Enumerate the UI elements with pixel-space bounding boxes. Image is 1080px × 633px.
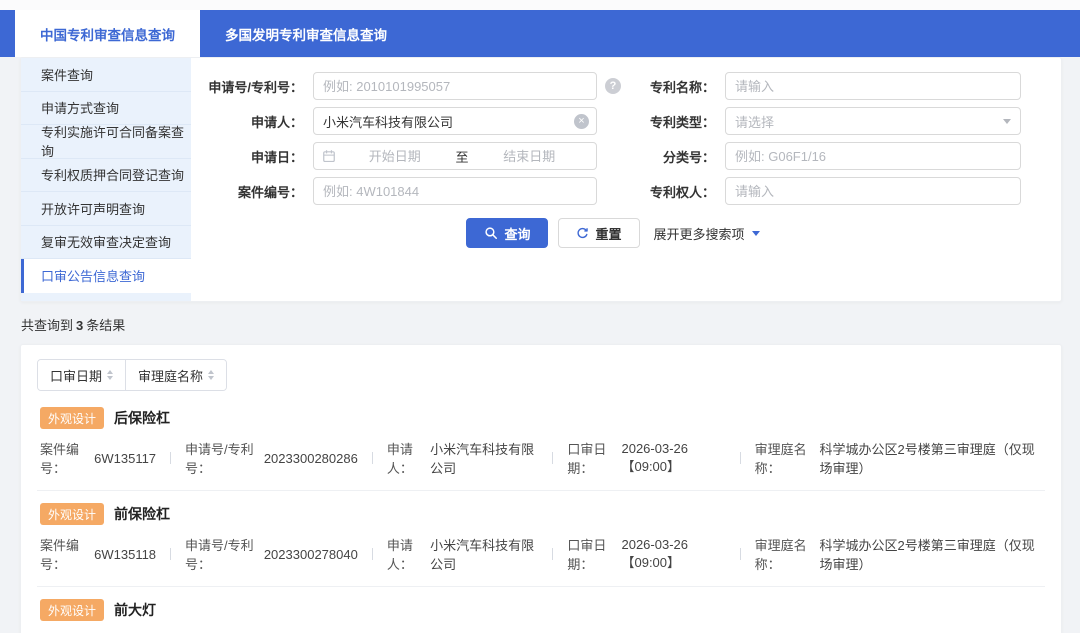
patent-type-label: 专利类型： (649, 114, 715, 130)
application-number-label: 申请号/专利号： (208, 79, 303, 95)
result-title[interactable]: 前大灯 (114, 600, 156, 620)
start-date-input[interactable] (336, 148, 454, 164)
app-no-label: 申请号/专利号： (185, 538, 254, 572)
patent-name-label: 专利名称： (649, 79, 715, 95)
result-title[interactable]: 前保险杠 (114, 504, 170, 524)
patentee-label: 专利权人： (649, 184, 715, 200)
date-range-separator: 至 (455, 149, 469, 165)
case-no-value: 6W135117 (94, 450, 157, 466)
case-number-label: 案件编号： (237, 184, 303, 200)
patent-name-input[interactable] (725, 72, 1021, 100)
sidebar-item-pledge-registration-query[interactable]: 专利权质押合同登记查询 (21, 159, 191, 192)
patent-type-badge: 外观设计 (40, 599, 105, 621)
oral-date-value: 2026-03-26【09:00】 (621, 537, 688, 570)
expand-more-link[interactable]: 展开更多搜索项 (654, 224, 760, 243)
main-content: 案件查询 申请方式查询 专利实施许可合同备案查询 专利权质押合同登记查询 开放许… (0, 57, 1080, 633)
oral-date-label: 口审日期： (567, 538, 607, 572)
refresh-icon (577, 227, 589, 238)
applicant-input[interactable] (313, 107, 597, 135)
search-icon (485, 227, 498, 239)
search-panel: 案件查询 申请方式查询 专利实施许可合同备案查询 专利权质押合同登记查询 开放许… (20, 57, 1062, 302)
tab-bar: 中国专利审查信息查询 多国发明专利审查信息查询 (0, 10, 1080, 57)
divider (371, 452, 373, 464)
sidebar-item-license-record-query[interactable]: 专利实施许可合同备案查询 (21, 125, 191, 159)
form-buttons: 查询 重置 展开更多搜索项 (191, 218, 1035, 248)
sidebar-item-case-query[interactable]: 案件查询 (21, 58, 191, 92)
court-label: 审理庭名称： (754, 442, 807, 476)
classification-number-label: 分类号： (662, 149, 715, 165)
divider (371, 548, 373, 560)
result-title[interactable]: 后保险杠 (114, 408, 170, 428)
sidebar-item-open-license-query[interactable]: 开放许可声明查询 (21, 192, 191, 226)
case-number-input[interactable] (313, 177, 597, 205)
case-no-value: 6W135118 (94, 546, 157, 562)
applicant-label: 申请人： (250, 114, 303, 130)
app-no-value: 2023300278040 (263, 546, 358, 562)
result-row: 外观设计 前大灯 案件编号：6W135142 申请号/专利号：202330027… (37, 587, 1045, 633)
applicant-label: 申请人： (386, 442, 413, 476)
form-left-column: 申请号/专利号： ? 申请人： × 申请日： (191, 72, 633, 212)
end-date-input[interactable] (470, 148, 589, 164)
divider (739, 548, 741, 560)
result-row: 外观设计 前保险杠 案件编号： 6W135118 申请号/专利号： 20233002… (37, 491, 1045, 587)
sort-icon (107, 370, 114, 380)
case-no-label: 案件编号： (40, 442, 80, 476)
sidebar-item-reexam-invalid-query[interactable]: 复审无效审查决定查询 (21, 226, 191, 259)
reset-button[interactable]: 重置 (558, 218, 640, 248)
app-no-value: 2023300280286 (263, 450, 358, 466)
court-label: 审理庭名称： (754, 538, 807, 572)
oral-date-label: 口审日期： (567, 442, 607, 476)
application-date-range[interactable]: 至 (313, 142, 597, 170)
sort-court-name-button[interactable]: 审理庭名称 (125, 360, 227, 390)
classification-number-input[interactable] (725, 142, 1021, 170)
chevron-down-icon (1003, 118, 1011, 124)
sort-oral-hearing-date-button[interactable]: 口审日期 (38, 360, 126, 390)
tab-china-patent-query[interactable]: 中国专利审查信息查询 (15, 10, 200, 57)
applicant-value: 小米汽车科技有限公司 (430, 442, 535, 476)
divider (170, 452, 172, 464)
applicant-value: 小米汽车科技有限公司 (430, 538, 535, 572)
sort-group: 口审日期 审理庭名称 (37, 359, 228, 391)
top-strip (0, 0, 1080, 10)
patent-type-value: 请选择 (735, 114, 775, 130)
patent-type-badge: 外观设计 (40, 407, 105, 429)
court-value: 科学城办公区2号楼第三审理庭（仅现场审理） (819, 538, 1035, 572)
results-summary: 共查询到 3 条结果 (21, 318, 126, 333)
calendar-icon (323, 150, 335, 163)
form-right-column: 专利名称： 专利类型： 请选择 分类号： (633, 72, 1035, 212)
help-icon[interactable]: ? (605, 78, 621, 94)
application-number-input[interactable] (313, 72, 597, 100)
oral-date-value: 2026-03-26【09:00】 (621, 441, 688, 474)
divider (552, 548, 554, 560)
divider (552, 452, 554, 464)
tab-multi-country-query[interactable]: 多国发明专利审查信息查询 (200, 10, 412, 57)
result-row: 外观设计 后保险杠 案件编号： 6W135117 申请号/专利号： 20233002… (37, 395, 1045, 491)
clear-icon[interactable]: × (574, 113, 589, 129)
sidebar-item-application-method-query[interactable]: 申请方式查询 (21, 92, 191, 125)
patentee-input[interactable] (725, 177, 1021, 205)
patent-type-badge: 外观设计 (40, 503, 105, 525)
search-form: 申请号/专利号： ? 申请人： × 申请日： (191, 58, 1061, 301)
applicant-label: 申请人： (386, 538, 413, 572)
divider (739, 452, 741, 464)
patent-type-select[interactable]: 请选择 (725, 107, 1021, 135)
result-count: 3 (76, 318, 84, 333)
case-no-label: 案件编号： (40, 538, 80, 572)
results-panel: 口审日期 审理庭名称 外观设计 后保险杠 案件编号： 6W135117 申请号/专… (20, 344, 1062, 633)
sort-icon (208, 370, 215, 380)
sidebar: 案件查询 申请方式查询 专利实施许可合同备案查询 专利权质押合同登记查询 开放许… (21, 58, 191, 301)
court-value: 科学城办公区2号楼第三审理庭（仅现场审理） (819, 442, 1035, 476)
chevron-down-icon (751, 230, 760, 236)
application-date-label: 申请日： (250, 149, 303, 165)
divider (170, 548, 172, 560)
sidebar-item-oral-hearing-query[interactable]: 口审公告信息查询 (21, 259, 191, 293)
search-button[interactable]: 查询 (466, 218, 549, 248)
app-no-label: 申请号/专利号： (185, 442, 254, 476)
